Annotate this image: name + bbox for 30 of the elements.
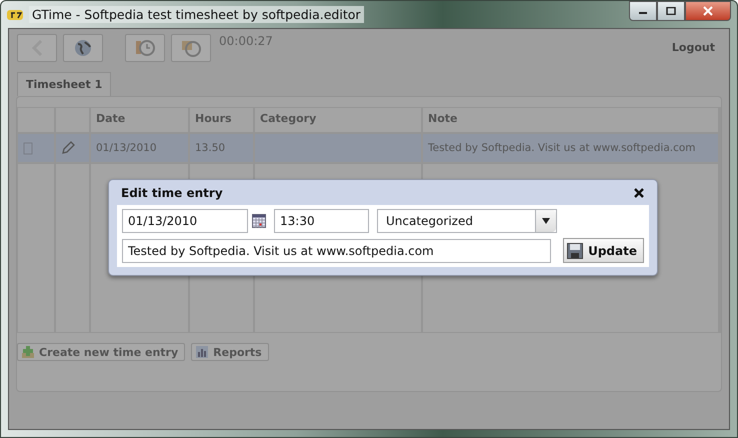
floppy-icon: [567, 242, 584, 258]
app-logo-icon: [7, 8, 23, 20]
update-button[interactable]: Update: [563, 238, 644, 263]
timesheet-tab[interactable]: Timesheet 1: [17, 72, 112, 96]
globe-icon: [74, 39, 92, 57]
table-cell: 13.50: [190, 134, 255, 163]
close-button[interactable]: [685, 1, 731, 21]
clock-icon: [135, 39, 155, 57]
table-cell: Tested by Softpedia. Visit us at www.softpedia.com: [423, 134, 720, 163]
note-field[interactable]: Tested by Softpedia. Visit us at www.softpedia.com: [122, 238, 552, 262]
close-icon: [703, 6, 713, 16]
globe-button[interactable]: [63, 34, 103, 62]
window-title: GTime - Softpedia test timesheet by softpedia.editor: [29, 6, 364, 23]
logout-link[interactable]: Logout: [672, 34, 715, 54]
caret-icon: [542, 218, 550, 224]
minimize-button[interactable]: [629, 1, 657, 21]
chart-icon: [195, 345, 210, 359]
date-field[interactable]: 01/13/2010: [122, 209, 248, 233]
dialog-title: Edit time entry: [121, 186, 223, 200]
table-cell: 01/13/2010: [91, 134, 190, 163]
close-icon[interactable]: [633, 187, 645, 199]
elapsed-timer: 00:00:27: [219, 34, 273, 48]
category-dropdown[interactable]: Uncategorized: [377, 209, 557, 233]
time-field[interactable]: 13:30: [274, 209, 369, 233]
plus-icon: [21, 345, 35, 359]
maximize-icon: [666, 7, 676, 15]
pencil-icon[interactable]: [61, 141, 75, 155]
maximize-button[interactable]: [657, 1, 685, 21]
clock-icon: [181, 39, 201, 57]
calendar-icon[interactable]: [252, 214, 266, 228]
